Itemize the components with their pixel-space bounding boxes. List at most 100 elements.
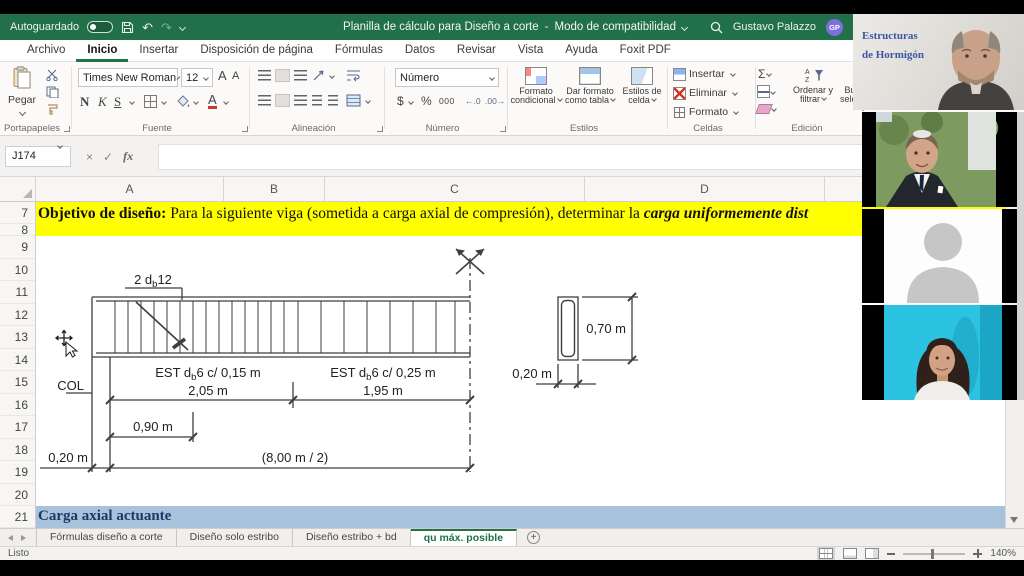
view-normal-button[interactable] bbox=[817, 547, 835, 560]
customize-toolbar-icon[interactable] bbox=[179, 23, 186, 30]
row-header[interactable]: 11 bbox=[0, 281, 35, 304]
next-sheet-icon[interactable] bbox=[21, 535, 26, 541]
paste-button[interactable]: Pegar bbox=[4, 66, 40, 118]
align-right-icon[interactable] bbox=[294, 95, 307, 106]
row-header[interactable]: 19 bbox=[0, 461, 35, 484]
merge-center-icon[interactable] bbox=[346, 94, 361, 107]
video-tile-host[interactable]: Estructuras de Hormigón bbox=[853, 14, 1024, 110]
enter-icon[interactable]: ✓ bbox=[103, 150, 113, 164]
select-all-corner[interactable] bbox=[0, 177, 36, 201]
column-header-a[interactable]: A bbox=[36, 177, 224, 201]
number-dialog-launcher-icon[interactable] bbox=[500, 126, 506, 132]
clear-button[interactable] bbox=[758, 105, 776, 113]
borders-icon[interactable] bbox=[144, 95, 157, 108]
tab-datos[interactable]: Datos bbox=[394, 40, 446, 62]
align-middle-icon[interactable] bbox=[276, 70, 289, 81]
row-header[interactable]: 13 bbox=[0, 326, 35, 349]
format-as-table-button[interactable]: Dar formato como tabla bbox=[564, 68, 616, 106]
fill-caret-icon[interactable] bbox=[193, 99, 199, 105]
autosave-toggle[interactable] bbox=[87, 21, 113, 33]
font-color-button[interactable]: A bbox=[208, 93, 217, 109]
column-header-d[interactable]: D bbox=[585, 177, 825, 201]
insert-cells-button[interactable]: Insertar bbox=[674, 68, 735, 80]
zoom-level[interactable]: 140% bbox=[990, 548, 1016, 559]
font-name-select[interactable]: Times New Roman bbox=[78, 68, 178, 87]
underline-button[interactable]: S bbox=[114, 94, 121, 110]
row-header[interactable]: 18 bbox=[0, 439, 35, 461]
tab-disposicion[interactable]: Disposición de página bbox=[189, 40, 324, 62]
format-painter-icon[interactable] bbox=[46, 103, 59, 115]
align-left-icon[interactable] bbox=[258, 95, 271, 106]
alignment-dialog-launcher-icon[interactable] bbox=[377, 126, 383, 132]
prev-sheet-icon[interactable] bbox=[8, 535, 13, 541]
column-header-c[interactable]: C bbox=[325, 177, 585, 201]
tab-ayuda[interactable]: Ayuda bbox=[554, 40, 608, 62]
search-icon[interactable] bbox=[710, 21, 723, 34]
font-dialog-launcher-icon[interactable] bbox=[242, 126, 248, 132]
avatar[interactable]: GP bbox=[826, 19, 843, 36]
row-header[interactable]: 7 bbox=[0, 202, 35, 224]
autosum-button[interactable]: Σ bbox=[758, 67, 771, 81]
currency-caret-icon[interactable] bbox=[408, 99, 414, 105]
sheet-tab-solo-estribo[interactable]: Diseño solo estribo bbox=[177, 529, 293, 546]
fill-button[interactable] bbox=[758, 86, 775, 97]
view-page-break-button[interactable] bbox=[865, 548, 879, 559]
video-tile-participant-2[interactable] bbox=[862, 209, 1024, 303]
tab-revisar[interactable]: Revisar bbox=[446, 40, 507, 62]
row-header[interactable]: 15 bbox=[0, 371, 35, 394]
currency-button[interactable]: $ bbox=[397, 94, 404, 108]
merge-caret-icon[interactable] bbox=[365, 98, 371, 104]
name-box[interactable]: J174 bbox=[5, 146, 71, 167]
user-name[interactable]: Gustavo Palazzo bbox=[733, 21, 816, 33]
orientation-caret-icon[interactable] bbox=[329, 73, 335, 79]
tab-inicio[interactable]: Inicio bbox=[76, 40, 128, 62]
row-header[interactable]: 12 bbox=[0, 304, 35, 326]
insert-function-icon[interactable]: fx bbox=[123, 149, 133, 164]
zoom-slider[interactable] bbox=[903, 553, 965, 555]
zoom-out-button[interactable] bbox=[887, 553, 895, 555]
increase-decimal-icon[interactable]: ←.0 bbox=[465, 96, 481, 106]
shrink-font-button[interactable]: A bbox=[232, 70, 239, 82]
zoom-slider-thumb[interactable] bbox=[931, 549, 934, 559]
delete-cells-button[interactable]: Eliminar bbox=[674, 87, 737, 99]
orientation-icon[interactable] bbox=[312, 69, 326, 82]
number-format-select[interactable]: Número bbox=[395, 68, 499, 87]
align-bottom-icon[interactable] bbox=[294, 70, 307, 81]
underline-caret-icon[interactable] bbox=[129, 99, 135, 105]
column-header-b[interactable]: B bbox=[224, 177, 325, 201]
video-panel-scrollbar[interactable] bbox=[1017, 112, 1024, 400]
font-color-caret-icon[interactable] bbox=[223, 99, 229, 105]
add-sheet-button[interactable]: + bbox=[527, 531, 540, 544]
save-icon[interactable] bbox=[121, 21, 134, 34]
row-header[interactable]: 8 bbox=[0, 224, 35, 236]
tab-foxit[interactable]: Foxit PDF bbox=[609, 40, 682, 62]
cut-icon[interactable] bbox=[46, 69, 59, 81]
percent-button[interactable]: % bbox=[421, 94, 432, 108]
sheet-tab-estribo-bd[interactable]: Diseño estribo + bd bbox=[293, 529, 411, 546]
grow-font-button[interactable]: A bbox=[218, 68, 227, 83]
row-header[interactable]: 16 bbox=[0, 394, 35, 416]
row-header[interactable]: 20 bbox=[0, 484, 35, 506]
increase-indent-icon[interactable] bbox=[328, 95, 338, 106]
tab-vista[interactable]: Vista bbox=[507, 40, 554, 62]
font-size-select[interactable]: 12 bbox=[181, 68, 213, 87]
thousands-button[interactable]: 000 bbox=[439, 96, 455, 106]
bold-button[interactable]: N bbox=[80, 94, 89, 110]
paste-caret-icon[interactable] bbox=[18, 109, 25, 116]
scroll-down-icon[interactable] bbox=[1010, 517, 1018, 523]
cancel-icon[interactable]: × bbox=[86, 150, 93, 164]
row-header[interactable]: 17 bbox=[0, 416, 35, 439]
sheet-tab-formulas[interactable]: Fórmulas diseño a corte bbox=[36, 529, 177, 546]
undo-icon[interactable]: ↶ bbox=[142, 21, 153, 34]
format-cells-button[interactable]: Formato bbox=[674, 106, 738, 118]
cell-styles-button[interactable]: Estilos de celda bbox=[618, 68, 666, 106]
row-header[interactable]: 9 bbox=[0, 236, 35, 259]
tab-insertar[interactable]: Insertar bbox=[128, 40, 189, 62]
fill-color-icon[interactable] bbox=[176, 95, 190, 108]
tab-formulas[interactable]: Fórmulas bbox=[324, 40, 394, 62]
view-page-layout-button[interactable] bbox=[843, 548, 857, 559]
borders-caret-icon[interactable] bbox=[161, 99, 167, 105]
row-header[interactable]: 14 bbox=[0, 349, 35, 371]
align-top-icon[interactable] bbox=[258, 70, 271, 81]
sheet-area[interactable]: Objetivo de diseño: Para la siguiente vi… bbox=[36, 202, 1005, 528]
